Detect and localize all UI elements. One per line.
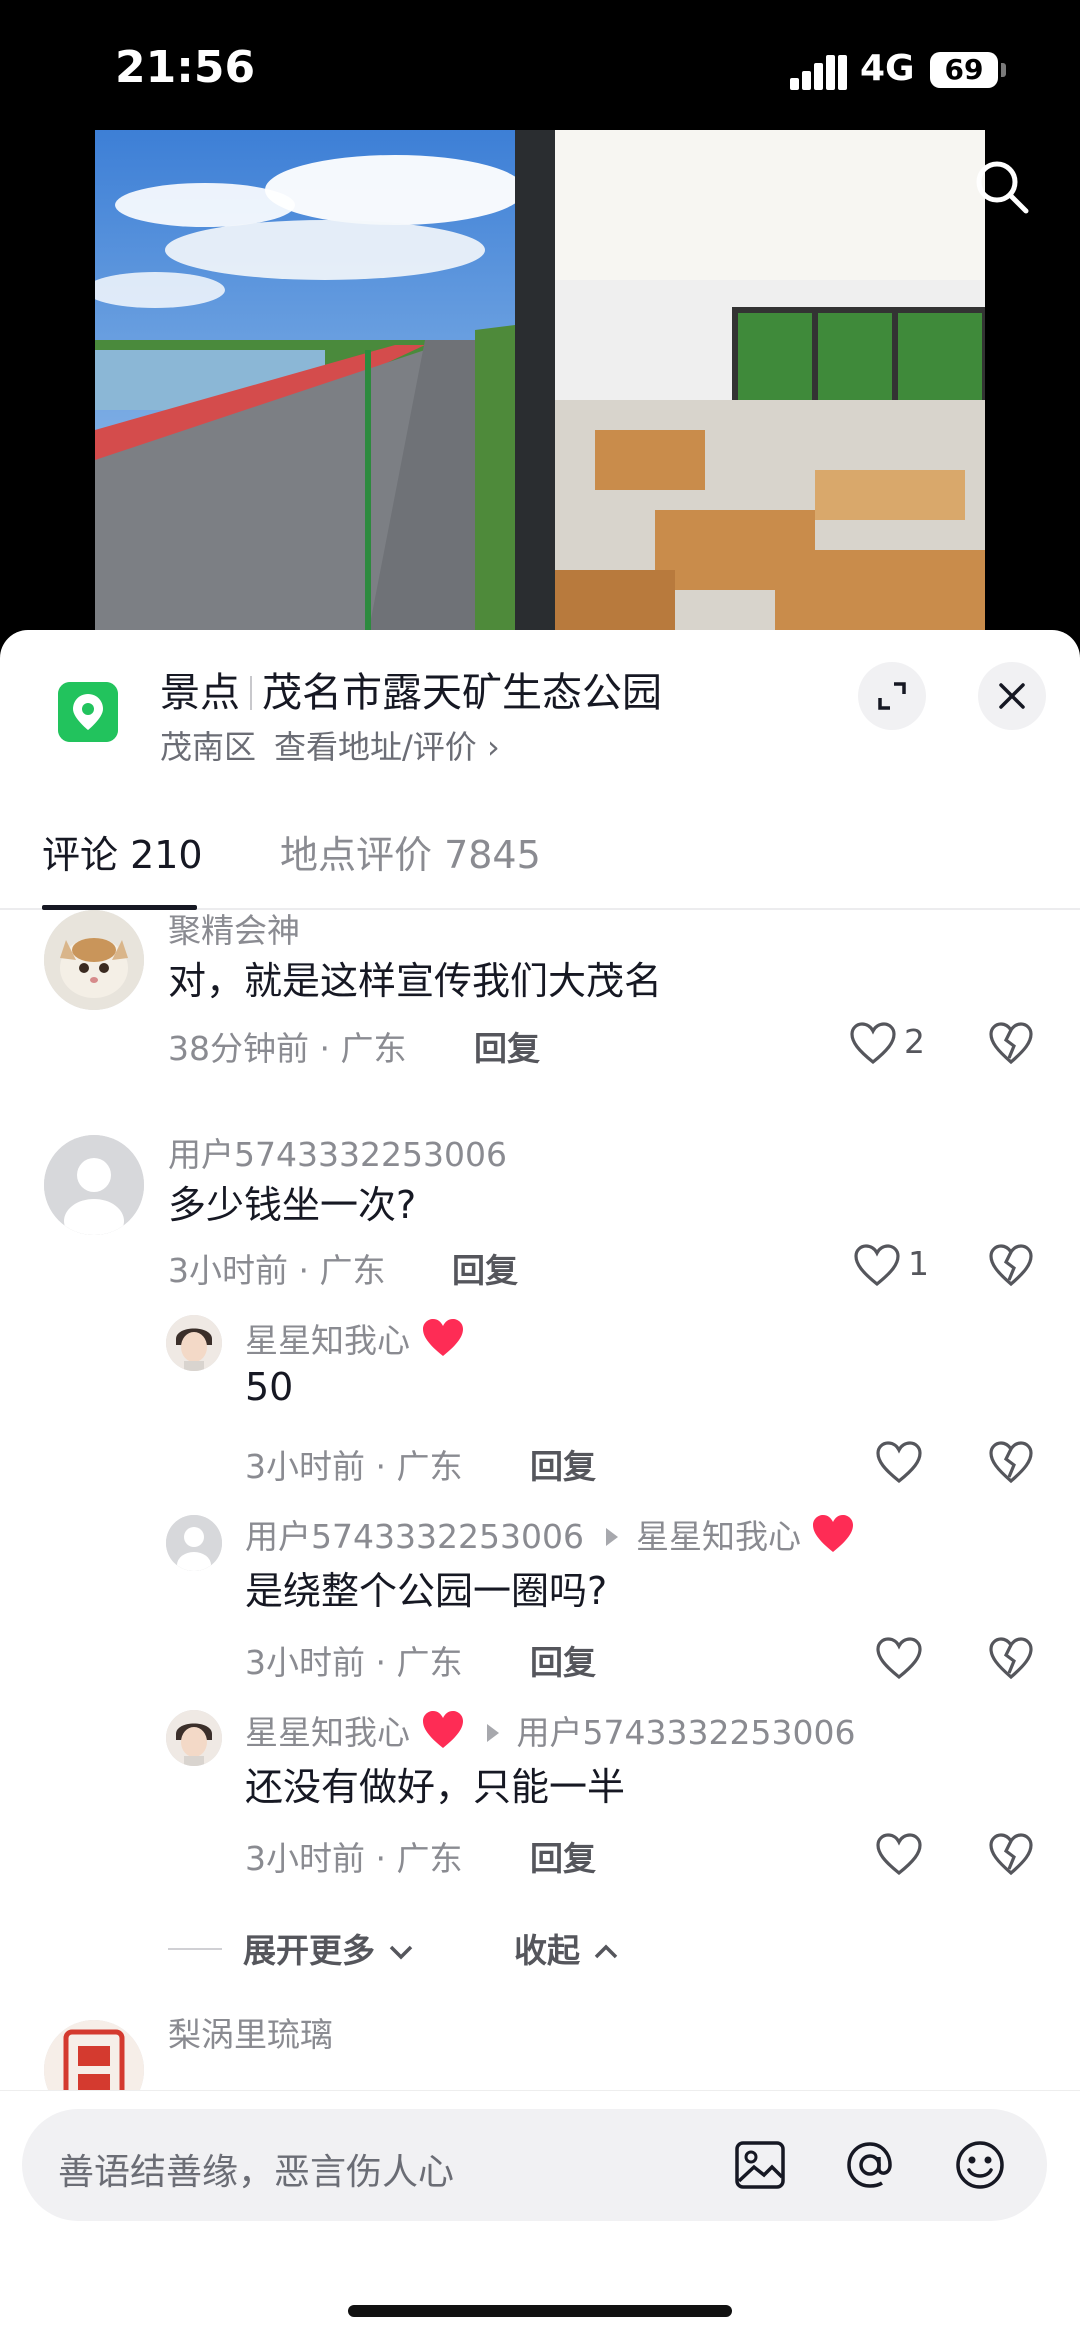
reply-to-username[interactable]: 星星知我心 xyxy=(636,1517,801,1556)
comment-sheet: 景点 茂名市露天矿生态公园 茂南区 查看地址/评价 › 评论 210 地点评价 78… xyxy=(0,630,1080,2337)
battery-tip xyxy=(1001,63,1006,77)
close-button[interactable] xyxy=(978,662,1046,730)
expand-more-label: 展开更多 xyxy=(243,1931,375,1970)
place-district: 茂南区 xyxy=(160,728,257,766)
reply-to-username[interactable]: 用户5743332253006 xyxy=(517,1713,856,1752)
reply-button[interactable]: 回复 xyxy=(452,1244,518,1292)
username-text: 星星知我心 xyxy=(245,1713,410,1752)
signal-icon xyxy=(790,55,847,90)
reply-meta: 3小时前 · 广东 xyxy=(245,1643,463,1682)
like-icon[interactable] xyxy=(874,1635,924,1681)
avatar[interactable] xyxy=(44,1135,144,1235)
reply-meta: 3小时前 · 广东 xyxy=(245,1447,463,1486)
reply-meta: 3小时前 · 广东 xyxy=(245,1839,463,1878)
avatar[interactable] xyxy=(44,910,144,1010)
tab-comments[interactable]: 评论 210 xyxy=(42,824,203,879)
tab-bar: 评论 210 地点评价 7845 xyxy=(0,800,1080,910)
battery-indicator: 69 xyxy=(930,52,998,88)
expand-button[interactable] xyxy=(858,662,926,730)
comment-username[interactable]: 聚精会神 xyxy=(168,910,300,952)
thread-divider xyxy=(168,1948,222,1950)
like-icon[interactable] xyxy=(852,1242,902,1288)
reply-username[interactable]: 星星知我心 xyxy=(245,1314,465,1362)
collapse-button[interactable]: 收起 xyxy=(514,1924,620,1972)
view-address-link[interactable]: 查看地址/评价 › xyxy=(274,728,500,766)
place-category: 景点 xyxy=(160,670,240,716)
expand-icon xyxy=(878,682,906,710)
like-count: 1 xyxy=(908,1244,929,1283)
reply-button[interactable]: 回复 xyxy=(474,1022,540,1070)
reply-button[interactable]: 回复 xyxy=(530,1832,596,1880)
close-icon xyxy=(999,683,1025,709)
reply-button[interactable]: 回复 xyxy=(530,1440,596,1488)
home-indicator[interactable] xyxy=(348,2305,732,2317)
mention-icon[interactable] xyxy=(842,2137,898,2193)
chevron-up-icon xyxy=(594,1944,617,1959)
dislike-icon[interactable] xyxy=(987,1439,1035,1485)
collapse-label: 收起 xyxy=(514,1931,580,1970)
red-heart-emoji-icon xyxy=(813,1515,854,1552)
username-text: 星星知我心 xyxy=(245,1321,410,1360)
reply-username[interactable]: 用户5743332253006 星星知我心 xyxy=(245,1510,855,1558)
like-count: 2 xyxy=(904,1022,925,1061)
video-thumbnail xyxy=(95,130,985,650)
reply-text: 50 xyxy=(245,1365,294,1409)
comment-username[interactable]: 梨涡里琉璃 xyxy=(168,2008,333,2056)
video-player[interactable] xyxy=(0,130,1080,650)
dislike-icon[interactable] xyxy=(987,1020,1035,1066)
reply-username[interactable]: 星星知我心 用户5743332253006 xyxy=(245,1706,855,1754)
place-subtitle: 茂南区 查看地址/评价 › xyxy=(160,722,500,768)
place-title[interactable]: 景点 茂名市露天矿生态公园 xyxy=(160,660,662,718)
reply-text: 还没有做好，只能一半 xyxy=(245,1765,626,1809)
username-text: 用户5743332253006 xyxy=(245,1517,584,1556)
avatar[interactable] xyxy=(166,1315,222,1371)
chevron-down-icon xyxy=(389,1945,412,1960)
like-icon[interactable] xyxy=(874,1831,924,1877)
red-heart-emoji-icon xyxy=(422,1319,463,1356)
status-bar: 21:56 4G 69 xyxy=(0,0,1080,130)
dislike-icon[interactable] xyxy=(987,1242,1035,1288)
reply-arrow-icon xyxy=(605,1528,618,1546)
reply-button[interactable]: 回复 xyxy=(530,1636,596,1684)
dislike-icon[interactable] xyxy=(987,1635,1035,1681)
reply-text: 是绕整个公园一圈吗? xyxy=(245,1569,608,1613)
like-icon[interactable] xyxy=(848,1020,898,1066)
network-type: 4G xyxy=(860,48,915,89)
comment-list: 聚精会神 对，就是这样宣传我们大茂名 38分钟前 · 广东 回复 2 用户574… xyxy=(0,910,1080,2102)
title-divider xyxy=(250,676,252,710)
comment-input[interactable]: 善语结善缘，恶言伤人心 xyxy=(22,2109,1047,2221)
comment-meta: 38分钟前 · 广东 xyxy=(168,1029,407,1068)
expand-more-button[interactable]: 展开更多 xyxy=(243,1924,415,1972)
comment-input-bar: 善语结善缘，恶言伤人心 xyxy=(0,2090,1080,2337)
location-pin-icon xyxy=(58,682,118,742)
tab-place-reviews[interactable]: 地点评价 7845 xyxy=(280,824,541,879)
status-time: 21:56 xyxy=(115,42,256,93)
comment-input-placeholder: 善语结善缘，恶言伤人心 xyxy=(58,2152,455,2193)
avatar[interactable] xyxy=(166,1710,222,1766)
avatar[interactable] xyxy=(166,1515,222,1571)
red-heart-emoji-icon xyxy=(422,1711,463,1748)
like-icon[interactable] xyxy=(874,1439,924,1485)
dislike-icon[interactable] xyxy=(987,1831,1035,1877)
search-icon[interactable] xyxy=(970,155,1034,219)
comment-text: 对，就是这样宣传我们大茂名 xyxy=(168,959,663,1003)
comment-meta: 3小时前 · 广东 xyxy=(168,1251,386,1290)
reply-arrow-icon xyxy=(486,1724,499,1742)
comment-text: 多少钱坐一次? xyxy=(168,1183,417,1227)
emoji-icon[interactable] xyxy=(952,2137,1008,2193)
image-icon[interactable] xyxy=(732,2137,788,2193)
place-name: 茂名市露天矿生态公园 xyxy=(262,670,662,716)
comment-username[interactable]: 用户5743332253006 xyxy=(168,1128,507,1176)
